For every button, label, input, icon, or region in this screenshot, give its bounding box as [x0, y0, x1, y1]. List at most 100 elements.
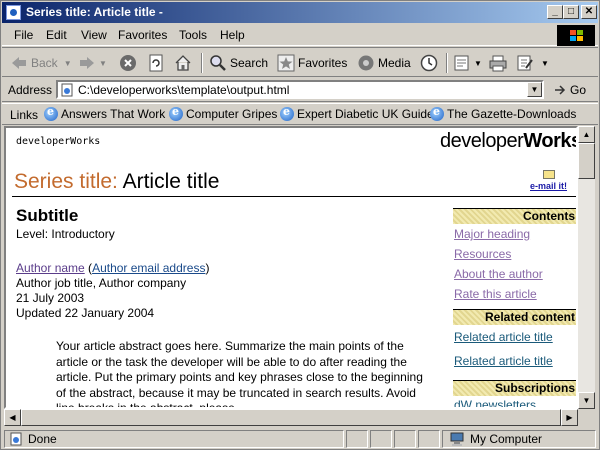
related-article-link[interactable]: Related article title [453, 325, 576, 349]
status-pane-empty [370, 430, 392, 448]
zone-pane: My Computer [442, 430, 596, 448]
status-pane-empty [418, 430, 440, 448]
vertical-scrollbar[interactable]: ▲ ▼ [578, 126, 595, 409]
back-arrow-icon [12, 57, 26, 69]
windows-logo-icon [557, 25, 595, 46]
contents-box: Contents: Major heading Resources About … [453, 208, 576, 304]
subscriptions-box: Subscriptions: dW newsletters [453, 380, 576, 407]
link-label: The Gazette-Downloads [447, 107, 577, 121]
go-arrow-icon [555, 85, 566, 95]
title-bar[interactable]: Series title: Article title - _ □ ✕ [2, 2, 598, 23]
edit-page-icon [517, 55, 533, 71]
link-computer-gripes[interactable]: Computer Gripes [169, 105, 277, 121]
address-label: Address [8, 83, 53, 97]
history-button[interactable] [420, 52, 441, 74]
menu-help[interactable]: Help [220, 28, 245, 42]
scrollbar-corner [578, 409, 595, 426]
favorites-label: Favorites [298, 56, 348, 70]
search-label: Search [230, 56, 269, 70]
ie-link-icon [44, 105, 58, 121]
menu-favorites[interactable]: Favorites [118, 28, 167, 42]
status-text: Done [28, 432, 57, 446]
link-answers-that-work[interactable]: Answers That Work [44, 105, 166, 121]
search-button[interactable]: Search [209, 52, 268, 74]
page-icon [60, 83, 74, 97]
mail-icon [454, 55, 469, 71]
scroll-left-button[interactable]: ◀ [4, 409, 21, 426]
print-icon [489, 55, 507, 72]
article-title: Article title [122, 170, 220, 193]
author-job: Author job title, Author company [16, 276, 187, 290]
back-button[interactable]: Back ▼ [10, 52, 72, 74]
contents-header: Contents: [453, 208, 576, 224]
article-level: Level: Introductory [16, 227, 115, 241]
page-title: Series title: Article title [14, 170, 219, 194]
author-email-link[interactable]: Author email address [92, 261, 205, 275]
media-button[interactable]: Media [357, 52, 411, 74]
vertical-scroll-thumb[interactable] [578, 143, 595, 179]
status-pane: Done [4, 430, 344, 448]
mail-button[interactable]: ▼ [453, 52, 482, 74]
link-expert-diabetic-uk-guide[interactable]: Expert Diabetic UK Guide [280, 105, 434, 121]
related-article-link[interactable]: Related article title [453, 349, 576, 373]
contents-link-resources[interactable]: Resources [453, 244, 576, 264]
menu-view[interactable]: View [81, 28, 107, 42]
scroll-up-button[interactable]: ▲ [578, 126, 595, 143]
developerworks-logo[interactable]: developerWorks [440, 130, 576, 153]
favorites-star-icon [277, 54, 295, 72]
stop-icon [120, 55, 136, 71]
favorites-button[interactable]: Favorites [277, 52, 347, 74]
media-label: Media [378, 56, 411, 70]
forward-button[interactable]: ▼ [78, 52, 107, 74]
horizontal-scroll-thumb[interactable] [21, 409, 561, 426]
address-input[interactable]: C:\developerworks\template\output.html ▼ [56, 80, 544, 99]
horizontal-scrollbar[interactable]: ◀ ▶ [4, 409, 578, 426]
article-abstract: Your article abstract goes here. Summari… [56, 339, 423, 409]
address-dropdown-button[interactable]: ▼ [527, 82, 542, 97]
address-url: C:\developerworks\template\output.html [78, 83, 290, 97]
dw-newsletters-link[interactable]: dW newsletters [453, 396, 576, 407]
contents-link-major-heading[interactable]: Major heading [453, 224, 576, 244]
contents-link-about-author[interactable]: About the author [453, 264, 576, 284]
maximize-button[interactable]: □ [563, 5, 579, 19]
go-label: Go [570, 83, 587, 97]
status-pane-empty [346, 430, 368, 448]
article-subtitle: Subtitle [16, 206, 79, 225]
home-button[interactable] [174, 52, 195, 74]
author-block: Author name (Author email address) Autho… [16, 261, 210, 320]
ie-link-icon [280, 105, 294, 121]
refresh-button[interactable] [147, 52, 168, 74]
page-content: developerWorks developerWorks Series tit… [4, 126, 578, 409]
menu-file[interactable]: File [14, 28, 33, 42]
print-button[interactable] [489, 52, 510, 74]
scroll-right-button[interactable]: ▶ [561, 409, 578, 426]
email-it-label: e-mail it! [530, 181, 568, 191]
go-button[interactable]: Go [552, 82, 586, 98]
menu-tools[interactable]: Tools [179, 28, 207, 42]
window-title: Series title: Article title - [26, 5, 163, 19]
link-label: Answers That Work [61, 107, 166, 121]
publish-date: 21 July 2003 [16, 291, 85, 305]
back-label: Back [31, 56, 58, 70]
refresh-icon [149, 54, 163, 72]
ie-link-icon [430, 105, 444, 121]
contents-link-rate-article[interactable]: Rate this article [453, 284, 576, 304]
close-button[interactable]: ✕ [581, 5, 597, 19]
author-name-link[interactable]: Author name [16, 261, 85, 275]
email-it-link[interactable]: e-mail it! [530, 170, 567, 191]
minimize-button[interactable]: _ [547, 5, 563, 19]
site-name-small: developerWorks [16, 136, 101, 147]
envelope-icon [542, 170, 555, 179]
menu-edit[interactable]: Edit [46, 28, 67, 42]
logo-light-text: developer [440, 130, 524, 152]
edit-button[interactable]: ▼ [516, 52, 549, 74]
related-content-box: Related content: Related article title R… [453, 309, 576, 373]
zone-text: My Computer [470, 432, 543, 446]
links-label: Links [10, 108, 39, 122]
scroll-down-button[interactable]: ▼ [578, 392, 595, 409]
updated-date: Updated 22 January 2004 [16, 306, 155, 320]
ie-page-icon [6, 5, 21, 20]
link-gazette-downloads[interactable]: The Gazette-Downloads [430, 105, 577, 121]
links-bar: Links Answers That Work Computer Gripes … [2, 103, 598, 125]
stop-button[interactable] [119, 52, 140, 74]
